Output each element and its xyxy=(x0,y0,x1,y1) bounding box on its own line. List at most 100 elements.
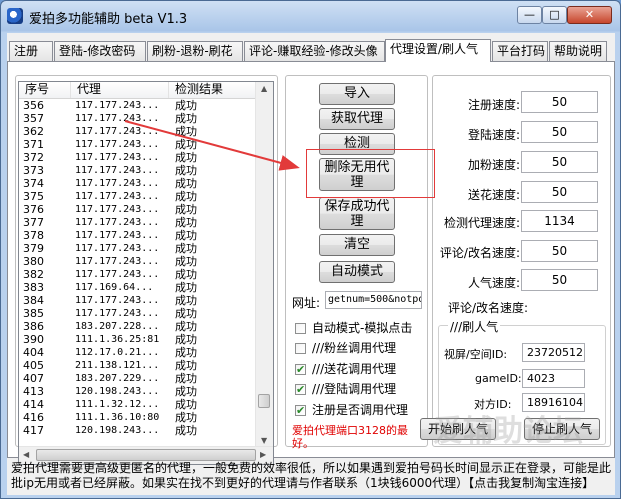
add-fans-speed-label: 加粉速度: xyxy=(467,158,520,172)
cell-result: 成功 xyxy=(175,411,197,424)
close-button[interactable]: ✕ xyxy=(567,6,612,24)
checkbox-box[interactable] xyxy=(295,323,306,334)
table-row[interactable]: 405 211.138.121... 成功 xyxy=(19,359,259,372)
table-row[interactable]: 374 117.177.243... 成功 xyxy=(19,177,259,190)
save-success-proxy-button[interactable]: 保存成功代理 xyxy=(319,197,395,230)
cell-proxy: 183.207.228... xyxy=(75,321,160,332)
tab-captcha-platform[interactable]: 平台打码 xyxy=(492,41,548,61)
tab-comment-exp-avatar[interactable]: 评论-赚取经验-修改头像 xyxy=(244,41,385,61)
comment-rename-speed-input[interactable]: 50 xyxy=(521,240,598,262)
comment-rename-speed-caption: 评论/改名速度: xyxy=(448,301,529,315)
fetch-proxy-button[interactable]: 获取代理 xyxy=(319,108,395,130)
tab-fans-flowers[interactable]: 刷粉-退粉-刷花 xyxy=(147,41,243,61)
cell-result: 成功 xyxy=(175,320,197,333)
cell-result: 成功 xyxy=(175,229,197,242)
table-row[interactable]: 407 183.207.229... 成功 xyxy=(19,372,259,385)
cell-index: 380 xyxy=(23,255,44,268)
table-row[interactable]: 414 111.1.32.12... 成功 xyxy=(19,398,259,411)
cell-proxy: 111.1.36.10:80 xyxy=(75,412,160,423)
table-row[interactable]: 390 111.1.36.25:81 成功 xyxy=(19,333,259,346)
register-speed-input[interactable]: 50 xyxy=(521,91,598,113)
vertical-scrollbar[interactable]: ▲ ▼ xyxy=(255,82,273,449)
cell-proxy: 183.207.229... xyxy=(75,373,160,384)
flower-speed-input[interactable]: 50 xyxy=(521,181,598,203)
scroll-up-icon[interactable]: ▲ xyxy=(261,84,267,93)
login-speed-input[interactable]: 50 xyxy=(521,121,598,143)
checkbox-box[interactable] xyxy=(295,362,306,377)
minimize-button[interactable]: — xyxy=(517,6,542,24)
popularity-speed-input[interactable]: 50 xyxy=(521,269,598,291)
table-row[interactable]: 356 117.177.243... 成功 xyxy=(19,99,259,112)
cell-index: 405 xyxy=(23,359,44,372)
table-row[interactable]: 376 117.177.243... 成功 xyxy=(19,203,259,216)
column-header-proxy[interactable]: 代理 xyxy=(71,82,169,98)
scroll-left-icon[interactable]: ◀ xyxy=(23,450,29,459)
table-row[interactable]: 371 117.177.243... 成功 xyxy=(19,138,259,151)
proxy-check-speed-input[interactable]: 1134 xyxy=(521,210,598,232)
table-row[interactable]: 382 117.177.243... 成功 xyxy=(19,268,259,281)
cell-proxy: 112.17.0.21... xyxy=(75,347,160,358)
vertical-scroll-thumb[interactable] xyxy=(258,394,270,408)
cell-proxy: 117.177.243... xyxy=(75,126,160,137)
checkbox-auto-mode-simulate[interactable]: 自动模式-模拟点击 xyxy=(295,321,412,337)
game-id-input[interactable]: 4023 xyxy=(522,369,585,388)
column-header-result[interactable]: 检测结果 xyxy=(169,82,259,98)
proxy-check-speed-label: 检测代理速度: xyxy=(443,216,520,230)
table-row[interactable]: 385 117.177.243... 成功 xyxy=(19,307,259,320)
status-message[interactable]: 爱拍代理需要更高级更匿名的代理，一般免费的效率很低，所以如果遇到爱拍号码长时间显… xyxy=(11,461,611,491)
cell-proxy: 117.177.243... xyxy=(75,217,160,228)
table-row[interactable]: 416 111.1.36.10:80 成功 xyxy=(19,411,259,424)
table-row[interactable]: 373 117.177.243... 成功 xyxy=(19,164,259,177)
checkbox-box[interactable] xyxy=(295,403,306,418)
add-fans-speed-input[interactable]: 50 xyxy=(521,151,598,173)
table-row[interactable]: 413 120.198.243... 成功 xyxy=(19,385,259,398)
checkbox-register-proxy[interactable]: 注册是否调用代理 xyxy=(295,403,408,419)
table-row[interactable]: 417 120.198.243... 成功 xyxy=(19,424,259,437)
tab-register[interactable]: 注册 xyxy=(9,41,53,61)
column-header-index[interactable]: 序号 xyxy=(19,82,71,98)
cell-result: 成功 xyxy=(175,268,197,281)
delete-unused-proxy-button[interactable]: 删除无用代理 xyxy=(319,158,395,191)
url-input[interactable]: getnum=500&notpo xyxy=(325,291,422,309)
cell-index: 377 xyxy=(23,216,44,229)
tab-login-password[interactable]: 登陆-修改密码 xyxy=(54,41,146,61)
tab-proxy-popularity[interactable]: 代理设置/刷人气 xyxy=(385,39,491,62)
table-row[interactable]: 362 117.177.243... 成功 xyxy=(19,125,259,138)
table-row[interactable]: 383 117.169.64... 成功 xyxy=(19,281,259,294)
checkbox-flower-proxy[interactable]: ///送花调用代理 xyxy=(295,362,396,378)
checkbox-login-proxy[interactable]: ///登陆调用代理 xyxy=(295,382,396,398)
table-row[interactable]: 372 117.177.243... 成功 xyxy=(19,151,259,164)
cell-index: 357 xyxy=(23,112,44,125)
scroll-right-icon[interactable]: ▶ xyxy=(260,450,266,459)
table-row[interactable]: 375 117.177.243... 成功 xyxy=(19,190,259,203)
import-button[interactable]: 导入 xyxy=(319,83,395,105)
table-row[interactable]: 379 117.177.243... 成功 xyxy=(19,242,259,255)
tab-help[interactable]: 帮助说明 xyxy=(549,41,607,61)
table-row[interactable]: 386 183.207.228... 成功 xyxy=(19,320,259,333)
cell-index: 386 xyxy=(23,320,44,333)
cell-index: 374 xyxy=(23,177,44,190)
title-bar[interactable]: 爱拍多功能辅助 beta V1.3 — □ ✕ xyxy=(1,1,620,31)
cell-index: 383 xyxy=(23,281,44,294)
checkbox-fans-proxy[interactable]: ///粉丝调用代理 xyxy=(295,341,396,357)
cell-proxy: 117.177.243... xyxy=(75,139,160,150)
cell-index: 384 xyxy=(23,294,44,307)
horizontal-scroll-thumb[interactable] xyxy=(36,449,256,461)
checkbox-box[interactable] xyxy=(295,382,306,397)
table-row[interactable]: 378 117.177.243... 成功 xyxy=(19,229,259,242)
video-id-input[interactable]: 23720512 xyxy=(522,343,585,362)
table-row[interactable]: 384 117.177.243... 成功 xyxy=(19,294,259,307)
clear-button[interactable]: 清空 xyxy=(319,234,395,256)
table-row[interactable]: 380 117.177.243... 成功 xyxy=(19,255,259,268)
table-row[interactable]: 357 117.177.243... 成功 xyxy=(19,112,259,125)
table-row[interactable]: 377 117.177.243... 成功 xyxy=(19,216,259,229)
scroll-down-icon[interactable]: ▼ xyxy=(261,436,267,445)
proxy-listview[interactable]: 序号 代理 检测结果 356 117.177.243... 成功 357 117.177… xyxy=(18,81,274,465)
checkbox-box[interactable] xyxy=(295,343,306,354)
maximize-button[interactable]: □ xyxy=(542,6,567,24)
cell-result: 成功 xyxy=(175,372,197,385)
auto-mode-button[interactable]: 自动模式 xyxy=(319,261,395,283)
cell-proxy: 111.1.36.25:81 xyxy=(75,334,160,345)
table-row[interactable]: 404 112.17.0.21... 成功 xyxy=(19,346,259,359)
detect-button[interactable]: 检测 xyxy=(319,133,395,155)
